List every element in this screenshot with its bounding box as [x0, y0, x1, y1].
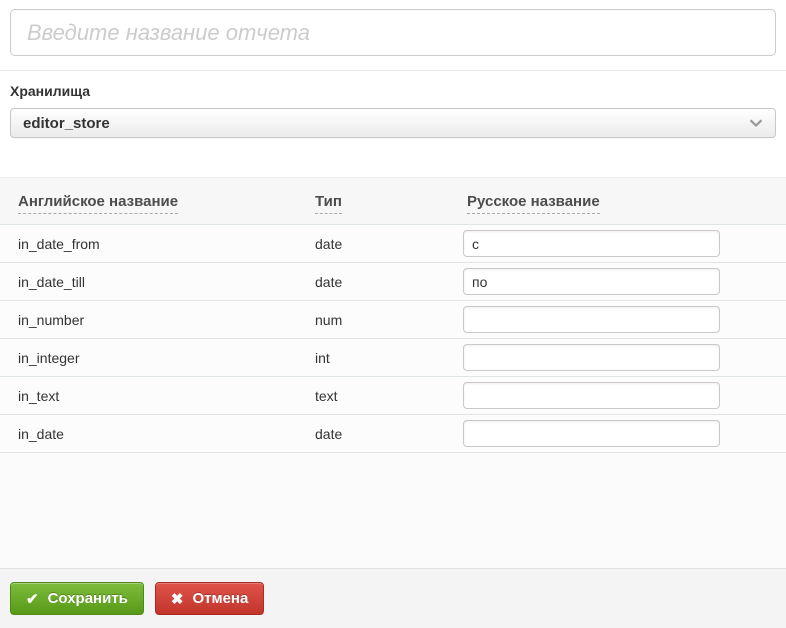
russian-name-input[interactable]: [463, 230, 720, 257]
type-cell: int: [315, 349, 330, 366]
empty-area: [0, 453, 786, 568]
type-cell: date: [315, 273, 343, 290]
table-row: in_text text: [0, 377, 786, 415]
column-header-russian-name[interactable]: Русское название: [467, 192, 600, 214]
english-name-cell: in_text: [18, 387, 60, 404]
column-header-type[interactable]: Тип: [315, 192, 342, 214]
table-row: in_date_from date: [0, 225, 786, 263]
parameters-table: Английское название Тип Русское название…: [0, 177, 786, 453]
english-name-cell: in_number: [18, 311, 85, 328]
report-name-input[interactable]: [10, 9, 776, 56]
chevron-down-icon: [749, 116, 763, 130]
english-name-cell: in_integer: [18, 349, 80, 366]
storage-section: Хранилища editor_store: [0, 71, 786, 138]
table-row: in_date date: [0, 415, 786, 453]
type-cell: num: [315, 311, 343, 328]
checkmark-icon: ✔: [26, 590, 39, 608]
storage-select[interactable]: editor_store: [10, 108, 776, 138]
russian-name-input[interactable]: [463, 306, 720, 333]
table-row: in_number num: [0, 301, 786, 339]
save-button[interactable]: ✔ Сохранить: [10, 582, 144, 615]
english-name-cell: in_date_from: [18, 235, 100, 252]
table-row: in_integer int: [0, 339, 786, 377]
type-cell: date: [315, 425, 343, 442]
russian-name-input[interactable]: [463, 420, 720, 447]
table-header-row: Английское название Тип Русское название: [0, 177, 786, 225]
cancel-button[interactable]: ✖ Отмена: [154, 582, 265, 615]
save-button-label: Сохранить: [47, 590, 128, 607]
report-name-section: [0, 0, 786, 56]
storage-select-value: editor_store: [23, 114, 110, 132]
english-name-cell: in_date: [18, 425, 64, 442]
english-name-cell: in_date_till: [18, 273, 85, 290]
footer-action-bar: ✔ Сохранить ✖ Отмена: [0, 568, 786, 628]
column-header-english-name[interactable]: Английское название: [18, 192, 179, 214]
storages-label: Хранилища: [10, 83, 91, 99]
type-cell: date: [315, 235, 343, 252]
russian-name-input[interactable]: [463, 382, 720, 409]
table-row: in_date_till date: [0, 263, 786, 301]
cancel-button-label: Отмена: [192, 590, 249, 607]
x-icon: ✖: [170, 590, 184, 608]
russian-name-input[interactable]: [463, 344, 720, 371]
type-cell: text: [315, 387, 338, 404]
russian-name-input[interactable]: [463, 268, 720, 295]
